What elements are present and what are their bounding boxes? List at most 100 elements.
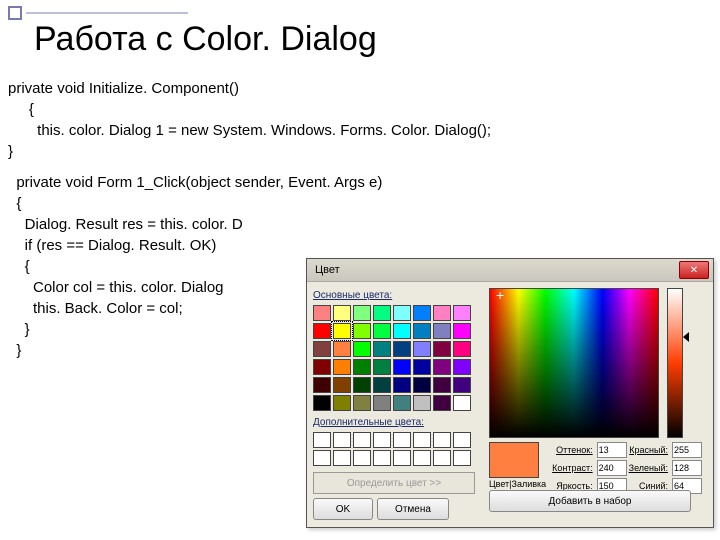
basic-swatch[interactable] bbox=[393, 323, 411, 339]
basic-swatch[interactable] bbox=[353, 305, 371, 321]
custom-swatch[interactable] bbox=[413, 450, 431, 466]
code-line: } bbox=[8, 141, 491, 162]
cancel-button[interactable]: Отмена bbox=[377, 498, 449, 520]
basic-swatch[interactable] bbox=[353, 395, 371, 411]
header-line bbox=[26, 12, 188, 14]
ok-button[interactable]: OK bbox=[313, 498, 373, 520]
custom-swatch[interactable] bbox=[313, 450, 331, 466]
red-label: Красный: bbox=[629, 445, 668, 455]
green-label: Зеленый: bbox=[629, 463, 668, 473]
custom-color-grid bbox=[313, 432, 481, 466]
custom-swatch[interactable] bbox=[333, 432, 351, 448]
custom-swatch[interactable] bbox=[373, 450, 391, 466]
basic-swatch[interactable] bbox=[333, 323, 351, 339]
basic-swatch[interactable] bbox=[393, 395, 411, 411]
basic-swatch[interactable] bbox=[333, 305, 351, 321]
custom-swatch[interactable] bbox=[453, 450, 471, 466]
code-line: this. color. Dialog 1 = new System. Wind… bbox=[8, 120, 491, 141]
page-title: Работа с Color. Dialog bbox=[34, 20, 377, 59]
basic-colors-label: Основные цвета: bbox=[313, 290, 481, 301]
basic-swatch[interactable] bbox=[433, 395, 451, 411]
basic-swatch[interactable] bbox=[393, 341, 411, 357]
code-line: if (res == Dialog. Result. OK) bbox=[8, 235, 491, 256]
basic-swatch[interactable] bbox=[333, 341, 351, 357]
custom-swatch[interactable] bbox=[333, 450, 351, 466]
color-dialog: Цвет ✕ Основные цвета: Дополнительные цв… bbox=[306, 258, 714, 528]
hue-label: Оттенок: bbox=[552, 445, 592, 455]
basic-swatch[interactable] bbox=[433, 377, 451, 393]
basic-swatch[interactable] bbox=[413, 341, 431, 357]
basic-swatch[interactable] bbox=[373, 323, 391, 339]
preview-label: Цвет|Заливка bbox=[489, 479, 546, 489]
sat-input[interactable] bbox=[597, 460, 627, 476]
basic-swatch[interactable] bbox=[313, 305, 331, 321]
code-line: { bbox=[8, 99, 491, 120]
basic-swatch[interactable] bbox=[453, 395, 471, 411]
code-line: { bbox=[8, 193, 491, 214]
basic-swatch[interactable] bbox=[373, 341, 391, 357]
custom-swatch[interactable] bbox=[393, 450, 411, 466]
basic-swatch[interactable] bbox=[393, 305, 411, 321]
basic-swatch[interactable] bbox=[453, 305, 471, 321]
custom-swatch[interactable] bbox=[373, 432, 391, 448]
basic-swatch[interactable] bbox=[393, 377, 411, 393]
basic-swatch[interactable] bbox=[433, 341, 451, 357]
basic-swatch[interactable] bbox=[433, 359, 451, 375]
basic-swatch[interactable] bbox=[373, 395, 391, 411]
code-line: private void Form 1_Click(object sender,… bbox=[8, 172, 491, 193]
custom-swatch[interactable] bbox=[353, 432, 371, 448]
basic-swatch[interactable] bbox=[353, 341, 371, 357]
custom-swatch[interactable] bbox=[433, 450, 451, 466]
basic-swatch[interactable] bbox=[453, 323, 471, 339]
basic-swatch[interactable] bbox=[313, 377, 331, 393]
basic-swatch[interactable] bbox=[413, 377, 431, 393]
dialog-titlebar[interactable]: Цвет ✕ bbox=[307, 259, 713, 282]
basic-swatch[interactable] bbox=[433, 323, 451, 339]
color-gradient-picker[interactable]: + bbox=[489, 288, 659, 438]
red-input[interactable] bbox=[672, 442, 702, 458]
color-preview bbox=[489, 442, 539, 478]
basic-swatch[interactable] bbox=[453, 377, 471, 393]
close-icon: ✕ bbox=[690, 265, 698, 276]
basic-swatch[interactable] bbox=[373, 359, 391, 375]
basic-swatch[interactable] bbox=[413, 359, 431, 375]
crosshair-icon: + bbox=[496, 287, 504, 303]
code-line: private void Initialize. Component() bbox=[8, 78, 491, 99]
close-button[interactable]: ✕ bbox=[679, 261, 709, 279]
luminance-arrow-icon bbox=[683, 332, 689, 342]
basic-swatch[interactable] bbox=[353, 377, 371, 393]
custom-swatch[interactable] bbox=[353, 450, 371, 466]
basic-swatch[interactable] bbox=[453, 341, 471, 357]
custom-swatch[interactable] bbox=[453, 432, 471, 448]
basic-swatch[interactable] bbox=[313, 323, 331, 339]
basic-swatch[interactable] bbox=[453, 359, 471, 375]
basic-swatch[interactable] bbox=[333, 359, 351, 375]
basic-swatch[interactable] bbox=[373, 377, 391, 393]
custom-swatch[interactable] bbox=[313, 432, 331, 448]
basic-swatch[interactable] bbox=[433, 305, 451, 321]
basic-swatch[interactable] bbox=[313, 395, 331, 411]
basic-swatch[interactable] bbox=[313, 359, 331, 375]
basic-swatch[interactable] bbox=[333, 377, 351, 393]
green-input[interactable] bbox=[672, 460, 702, 476]
color-value-grid: Оттенок: Красный: Контраст: Зеленый: Ярк… bbox=[552, 442, 700, 494]
basic-swatch[interactable] bbox=[353, 323, 371, 339]
custom-swatch[interactable] bbox=[433, 432, 451, 448]
add-to-custom-button[interactable]: Добавить в набор bbox=[489, 490, 691, 512]
custom-swatch[interactable] bbox=[393, 432, 411, 448]
sat-label: Контраст: bbox=[552, 463, 592, 473]
basic-swatch[interactable] bbox=[413, 323, 431, 339]
basic-color-grid bbox=[313, 305, 481, 411]
header-decoration bbox=[8, 6, 188, 20]
basic-swatch[interactable] bbox=[313, 341, 331, 357]
basic-swatch[interactable] bbox=[373, 305, 391, 321]
luminance-slider[interactable] bbox=[667, 288, 683, 438]
basic-swatch[interactable] bbox=[333, 395, 351, 411]
basic-swatch[interactable] bbox=[413, 395, 431, 411]
custom-swatch[interactable] bbox=[413, 432, 431, 448]
basic-swatch[interactable] bbox=[353, 359, 371, 375]
basic-swatch[interactable] bbox=[393, 359, 411, 375]
basic-swatch[interactable] bbox=[413, 305, 431, 321]
hue-input[interactable] bbox=[597, 442, 627, 458]
header-square-icon bbox=[8, 6, 22, 20]
